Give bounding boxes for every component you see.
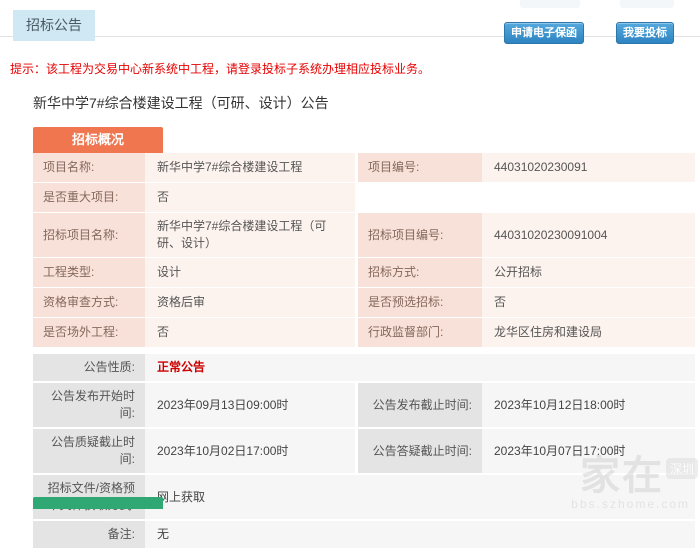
field-label: 是否重大项目: <box>33 183 145 212</box>
field-label: 是否预选招标: <box>358 288 482 317</box>
i-want-to-bid-button[interactable]: 我要投标 <box>616 22 674 44</box>
tab-bidding-announcement[interactable]: 招标公告 <box>13 10 95 41</box>
field-value: 网上获取 <box>145 475 695 519</box>
table-row: 资格审查方式: 资格后审 是否预选招标: 否 <box>33 288 695 317</box>
field-label: 项目编号: <box>358 153 482 182</box>
field-value: 资格后审 <box>145 288 355 317</box>
field-value: 2023年09月13日09:00时 <box>145 383 355 427</box>
field-label: 招标项目编号: <box>358 213 482 257</box>
field-value: 龙华区住房和建设局 <box>482 318 695 347</box>
cropped-ghost-element <box>520 0 580 8</box>
field-value: 设计 <box>145 258 355 287</box>
field-label: 公告发布开始时间: <box>33 383 145 427</box>
field-value: 正常公告 <box>145 354 695 381</box>
field-value: 44031020230091 <box>482 153 695 182</box>
field-value: 2023年10月12日18:00时 <box>482 383 695 427</box>
field-label: 公告质疑截止时间: <box>33 429 145 473</box>
system-hint-text: 提示：该工程为交易中心新系统中工程，请登录投标子系统办理相应投标业务。 <box>10 62 431 76</box>
field-value: 公开招标 <box>482 258 695 287</box>
field-value: 无 <box>145 521 695 548</box>
field-value: 新华中学7#综合楼建设工程（可研、设计） <box>145 213 355 257</box>
field-label: 是否场外工程: <box>33 318 145 347</box>
field-label: 项目名称: <box>33 153 145 182</box>
field-value: 2023年10月02日17:00时 <box>145 429 355 473</box>
field-value: 否 <box>482 288 695 317</box>
section-header-overview: 招标概况 <box>33 127 163 153</box>
table-row: 备注: 无 <box>33 521 695 548</box>
field-label: 招标方式: <box>358 258 482 287</box>
field-label: 招标项目名称: <box>33 213 145 257</box>
page-title: 新华中学7#综合楼建设工程（可研、设计）公告 <box>33 95 329 111</box>
field-value: 44031020230091004 <box>482 213 695 257</box>
field-label: 公告发布截止时间: <box>358 383 482 427</box>
field-label: 公告性质: <box>33 354 145 381</box>
field-value: 2023年10月07日17:00时 <box>482 429 695 473</box>
field-label: 资格审查方式: <box>33 288 145 317</box>
field-value: 否 <box>145 318 355 347</box>
table-row: 招标项目名称: 新华中学7#综合楼建设工程（可研、设计） 招标项目编号: 440310… <box>33 213 695 257</box>
table-row: 是否场外工程: 否行政监督部门: 龙华区住房和建设局 <box>33 318 695 347</box>
notice-table: 公告性质: 正常公告 公告发布开始时间: 2023年09月13日09:00时 公告发布截… <box>33 354 695 550</box>
empty-cell <box>355 183 695 212</box>
header-divider <box>0 36 700 37</box>
field-value: 否 <box>145 183 355 212</box>
field-label: 工程类型: <box>33 258 145 287</box>
table-row: 工程类型: 设计 招标方式: 公开招标 <box>33 258 695 287</box>
field-label: 行政监督部门: <box>358 318 482 347</box>
field-value: 新华中学7#综合楼建设工程 <box>145 153 355 182</box>
table-row: 项目名称: 新华中学7#综合楼建设工程 项目编号: 44031020230091 <box>33 153 695 182</box>
overview-table: 项目名称: 新华中学7#综合楼建设工程 项目编号: 44031020230091 是否重… <box>33 153 695 348</box>
apply-e-guarantee-button[interactable]: 申请电子保函 <box>504 22 584 44</box>
field-label: 公告答疑截止时间: <box>358 429 482 473</box>
table-row: 公告发布开始时间: 2023年09月13日09:00时 公告发布截止时间: 2023年… <box>33 383 695 427</box>
table-row: 公告质疑截止时间: 2023年10月02日17:00时 公告答疑截止时间: 2023年… <box>33 429 695 473</box>
table-row: 是否重大项目: 否 <box>33 183 695 212</box>
next-section-header-bar-partial <box>33 497 163 509</box>
field-label: 备注: <box>33 521 145 548</box>
table-row: 公告性质: 正常公告 <box>33 354 695 381</box>
cropped-ghost-element <box>620 0 674 8</box>
